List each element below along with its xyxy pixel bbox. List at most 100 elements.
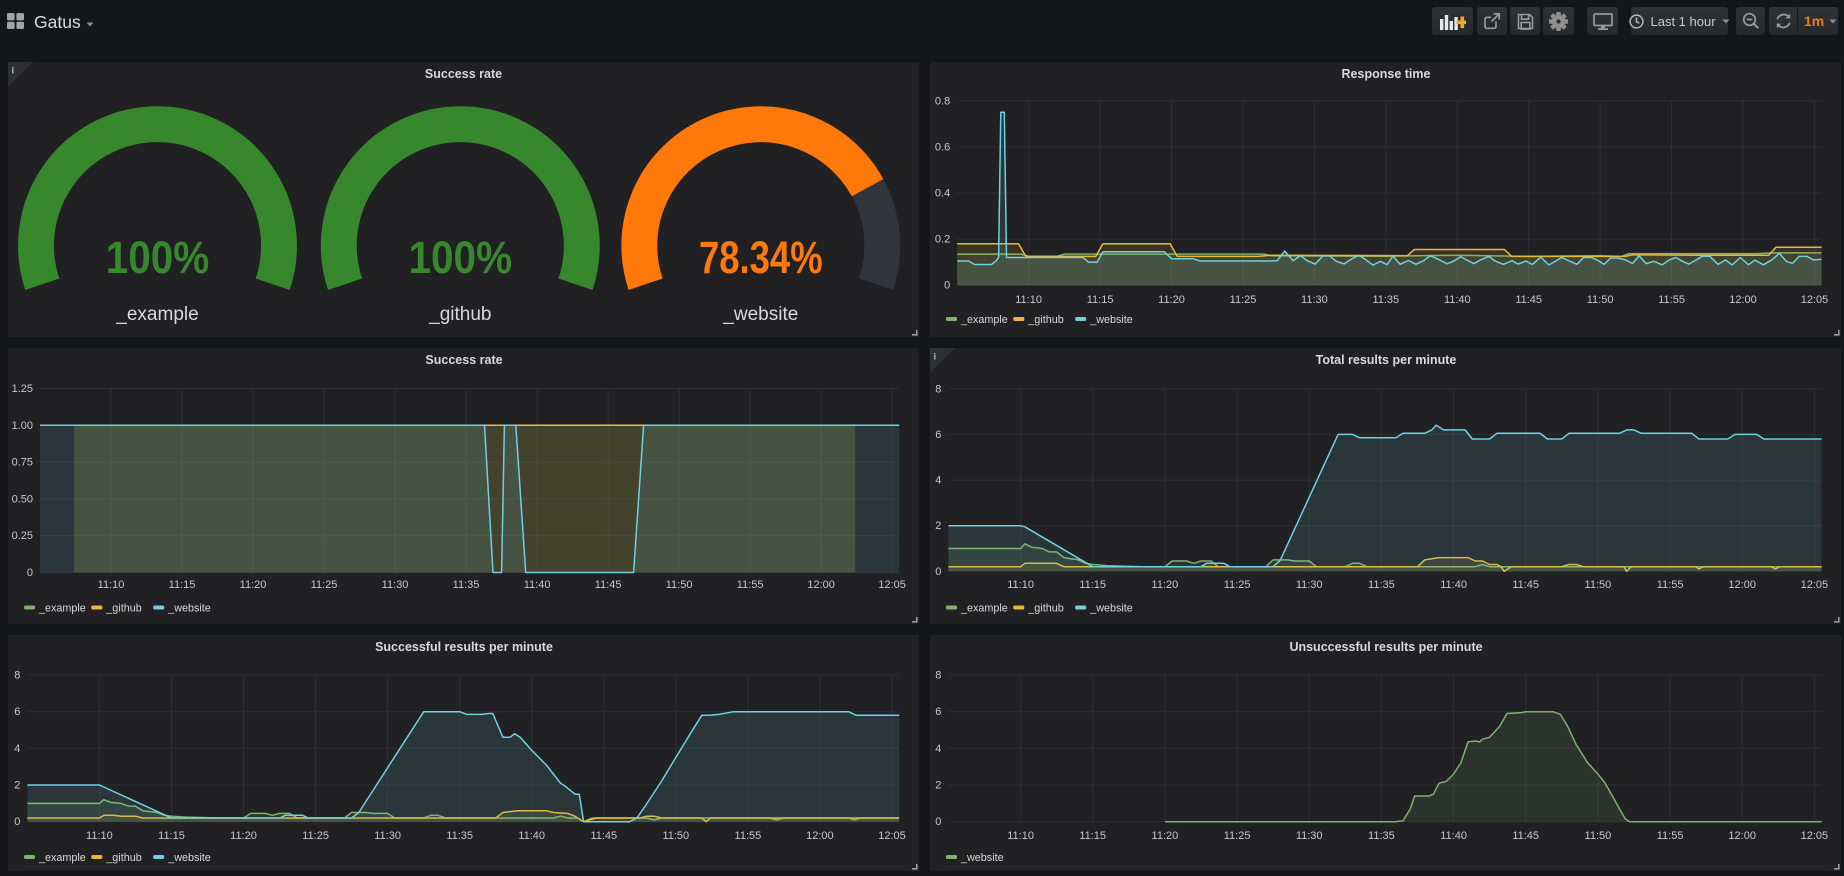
svg-text:11:15: 11:15 — [158, 830, 185, 842]
svg-text:11:25: 11:25 — [1230, 294, 1257, 306]
svg-text:_website: _website — [167, 603, 211, 615]
svg-text:4: 4 — [935, 475, 941, 487]
svg-text:11:35: 11:35 — [446, 830, 473, 842]
svg-text:8: 8 — [935, 383, 941, 395]
svg-text:_website: _website — [722, 304, 798, 325]
svg-text:_github: _github — [105, 852, 141, 864]
svg-text:8: 8 — [935, 670, 941, 682]
svg-text:_github: _github — [1027, 314, 1063, 326]
svg-text:11:50: 11:50 — [1585, 579, 1612, 591]
svg-text:Success rate: Success rate — [425, 67, 502, 81]
svg-text:0.4: 0.4 — [935, 188, 950, 200]
svg-text:_github: _github — [1027, 603, 1063, 615]
svg-text:12:05: 12:05 — [878, 579, 906, 591]
svg-text:11:20: 11:20 — [240, 579, 267, 591]
svg-text:2: 2 — [14, 780, 20, 792]
svg-text:0.50: 0.50 — [12, 493, 33, 505]
svg-text:11:15: 11:15 — [1079, 579, 1106, 591]
svg-text:11:45: 11:45 — [595, 579, 622, 591]
svg-text:11:35: 11:35 — [1368, 579, 1395, 591]
svg-text:11:20: 11:20 — [1152, 579, 1179, 591]
svg-text:12:05: 12:05 — [878, 830, 906, 842]
svg-text:8: 8 — [14, 670, 20, 682]
svg-text:_example: _example — [115, 304, 198, 325]
svg-text:11:40: 11:40 — [1440, 830, 1467, 842]
svg-text:11:30: 11:30 — [1296, 579, 1323, 591]
svg-text:_example: _example — [38, 603, 86, 615]
svg-text:11:25: 11:25 — [1224, 830, 1251, 842]
svg-text:0: 0 — [14, 816, 20, 828]
svg-text:4: 4 — [935, 743, 941, 755]
svg-text:6: 6 — [14, 706, 20, 718]
svg-text:11:30: 11:30 — [1301, 294, 1328, 306]
svg-text:0.75: 0.75 — [12, 457, 33, 469]
svg-text:11:40: 11:40 — [1440, 579, 1467, 591]
svg-text:_github: _github — [105, 603, 141, 615]
svg-text:11:25: 11:25 — [302, 830, 329, 842]
svg-text:2: 2 — [935, 780, 941, 792]
svg-text:1.00: 1.00 — [12, 420, 33, 432]
svg-text:0: 0 — [935, 566, 941, 578]
svg-text:11:50: 11:50 — [662, 830, 689, 842]
svg-text:11:55: 11:55 — [735, 830, 762, 842]
svg-text:_example: _example — [38, 852, 86, 864]
svg-text:_website: _website — [1089, 603, 1133, 615]
svg-text:11:55: 11:55 — [1658, 294, 1685, 306]
svg-text:11:45: 11:45 — [1512, 579, 1539, 591]
svg-text:0.6: 0.6 — [935, 141, 950, 153]
svg-text:i: i — [934, 352, 937, 363]
svg-text:_example: _example — [960, 603, 1008, 615]
svg-text:_example: _example — [960, 314, 1008, 326]
svg-text:11:10: 11:10 — [86, 830, 113, 842]
svg-text:11:40: 11:40 — [524, 579, 551, 591]
svg-text:12:05: 12:05 — [1801, 294, 1829, 306]
svg-text:11:50: 11:50 — [1587, 294, 1614, 306]
svg-text:11:30: 11:30 — [1296, 830, 1323, 842]
svg-text:11:50: 11:50 — [1585, 830, 1612, 842]
svg-text:11:40: 11:40 — [518, 830, 545, 842]
svg-text:78.34%: 78.34% — [699, 233, 823, 284]
svg-text:4: 4 — [14, 743, 20, 755]
svg-text:6: 6 — [935, 429, 941, 441]
svg-text:11:20: 11:20 — [1152, 830, 1179, 842]
svg-text:0.8: 0.8 — [935, 95, 950, 107]
svg-text:11:35: 11:35 — [1368, 830, 1395, 842]
svg-text:11:25: 11:25 — [1224, 579, 1251, 591]
svg-text:12:00: 12:00 — [1728, 830, 1756, 842]
svg-text:11:30: 11:30 — [382, 579, 409, 591]
svg-text:12:05: 12:05 — [1801, 830, 1829, 842]
svg-text:11:45: 11:45 — [1512, 830, 1539, 842]
svg-text:100%: 100% — [106, 233, 210, 283]
svg-text:0: 0 — [944, 280, 950, 292]
svg-text:12:05: 12:05 — [1801, 579, 1829, 591]
svg-text:12:00: 12:00 — [1729, 294, 1757, 306]
svg-text:Success rate: Success rate — [425, 353, 502, 367]
svg-text:11:55: 11:55 — [1657, 579, 1684, 591]
svg-text:12:00: 12:00 — [1728, 579, 1756, 591]
svg-text:_website: _website — [1089, 314, 1133, 326]
svg-text:Unsuccessful results per minut: Unsuccessful results per minute — [1289, 640, 1482, 654]
svg-text:11:30: 11:30 — [374, 830, 401, 842]
svg-text:1.25: 1.25 — [12, 383, 33, 395]
svg-text:2: 2 — [935, 520, 941, 532]
svg-text:_website: _website — [167, 852, 211, 864]
svg-text:11:45: 11:45 — [590, 830, 617, 842]
svg-text:11:10: 11:10 — [1007, 579, 1034, 591]
svg-text:11:35: 11:35 — [1372, 294, 1399, 306]
svg-text:0: 0 — [935, 816, 941, 828]
svg-text:11:10: 11:10 — [98, 579, 125, 591]
svg-text:i: i — [12, 66, 15, 77]
svg-text:12:00: 12:00 — [807, 579, 835, 591]
svg-text:11:35: 11:35 — [453, 579, 480, 591]
svg-text:11:15: 11:15 — [169, 579, 196, 591]
svg-text:100%: 100% — [409, 233, 513, 283]
svg-text:11:10: 11:10 — [1007, 830, 1034, 842]
svg-text:Successful results per minute: Successful results per minute — [375, 640, 553, 654]
svg-text:0: 0 — [27, 567, 33, 579]
svg-text:_website: _website — [960, 852, 1004, 864]
svg-text:Total results per minute: Total results per minute — [1316, 353, 1457, 367]
svg-text:11:55: 11:55 — [1657, 830, 1684, 842]
svg-text:12:00: 12:00 — [806, 830, 834, 842]
svg-text:11:10: 11:10 — [1015, 294, 1042, 306]
svg-text:11:50: 11:50 — [666, 579, 693, 591]
